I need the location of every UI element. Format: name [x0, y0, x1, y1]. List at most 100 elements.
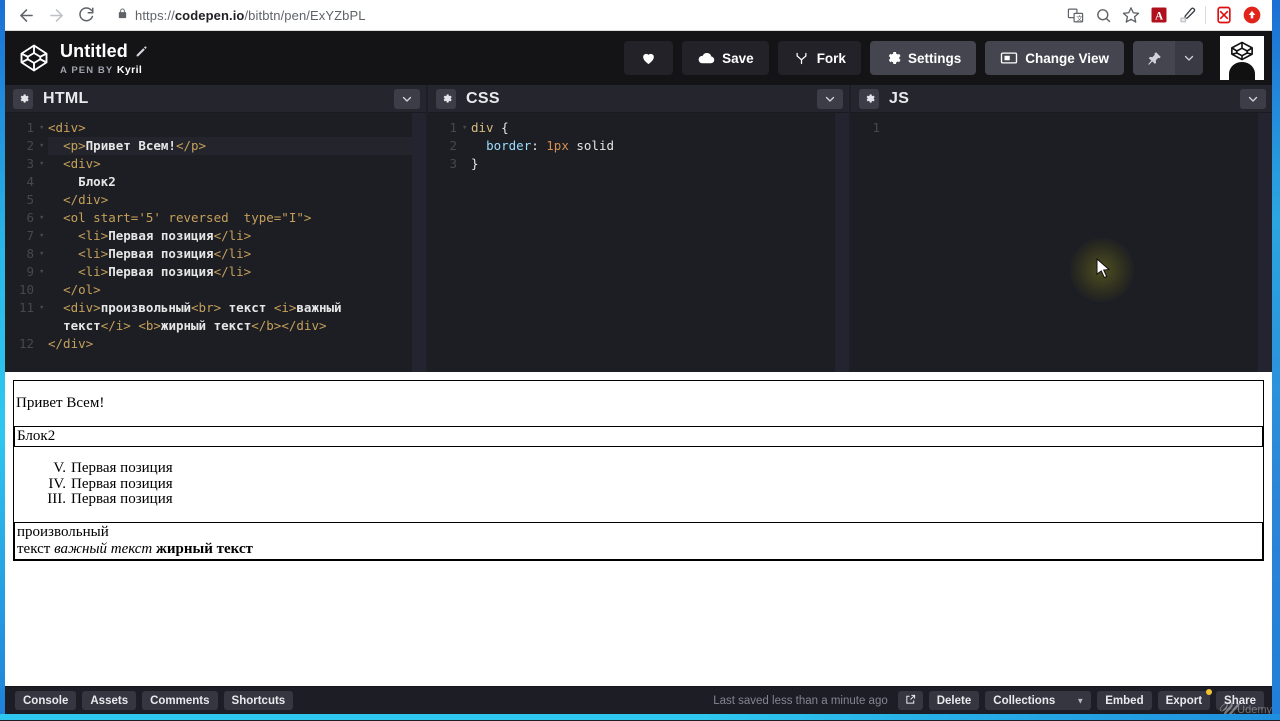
line-number: 7 — [5, 227, 39, 245]
fold-arrow-icon[interactable] — [39, 191, 48, 209]
export-button[interactable]: Export — [1158, 691, 1210, 710]
free-line1: произвольный — [17, 524, 109, 540]
heart-icon — [640, 50, 657, 66]
bookmark-star-icon[interactable] — [1117, 1, 1145, 29]
download-manager-icon[interactable] — [1238, 1, 1266, 29]
code-text: <ol start='5' reversed type="I"> — [48, 209, 426, 227]
code-line: 1▾div { — [428, 119, 849, 137]
footer-button-comments[interactable]: Comments — [142, 691, 217, 710]
pin-icon[interactable] — [1133, 41, 1175, 75]
url-text: https://codepen.io/bitbtn/pen/ExYZbPL — [135, 8, 366, 23]
code-area-html[interactable]: 1▾<div>2▾ <p>Привет Всем!</p>3▾ <div>4 Б… — [5, 113, 426, 372]
fold-arrow-icon[interactable]: ▾ — [462, 119, 471, 137]
list-marker: III. — [38, 492, 66, 508]
page-title[interactable]: Untitled — [60, 41, 128, 62]
fold-arrow-icon[interactable]: ▾ — [39, 119, 48, 137]
pane-title: HTML — [43, 90, 89, 108]
fold-arrow-icon[interactable] — [39, 335, 48, 353]
code-line: текст</i> <b>жирный текст</b></div> — [5, 317, 426, 335]
free-italic: важный текст — [54, 541, 152, 557]
window-frame-right — [1272, 0, 1280, 720]
line-number: 1 — [851, 119, 885, 137]
love-button[interactable] — [624, 41, 673, 75]
delete-button[interactable]: Delete — [929, 691, 980, 710]
code-text: <div> — [48, 119, 426, 137]
code-text: <div>произвольный<br> текст <i>важный — [48, 299, 426, 317]
fold-arrow-icon[interactable]: ▾ — [39, 155, 48, 173]
pane-scroll-track[interactable] — [412, 113, 426, 372]
code-line: 5 </div> — [5, 191, 426, 209]
reload-button[interactable] — [71, 0, 101, 30]
eyedropper-icon[interactable] — [1173, 1, 1201, 29]
chevron-down-icon[interactable] — [394, 89, 420, 109]
zoom-out-icon[interactable] — [1089, 1, 1117, 29]
chevron-down-icon[interactable] — [1175, 41, 1203, 75]
change-view-button[interactable]: Change View — [985, 41, 1124, 75]
adobe-acrobat-icon[interactable]: A — [1145, 1, 1173, 29]
export-notification-dot — [1206, 689, 1212, 695]
settings-button[interactable]: Settings — [870, 41, 976, 75]
fold-arrow-icon[interactable] — [39, 281, 48, 299]
code-area-js[interactable]: 1 — [851, 113, 1272, 372]
codepen-logo-icon[interactable] — [19, 43, 49, 73]
fold-arrow-icon[interactable]: ▾ — [39, 299, 48, 317]
list-item-text: Первая позиция — [71, 492, 173, 508]
code-text: } — [471, 155, 849, 173]
code-line: 6▾ <ol start='5' reversed type="I"> — [5, 209, 426, 227]
fold-arrow-icon[interactable] — [39, 317, 48, 335]
byline-author[interactable]: Kyril — [117, 64, 142, 76]
embed-button[interactable]: Embed — [1097, 691, 1151, 710]
chevron-down-icon[interactable] — [817, 89, 843, 109]
fold-arrow-icon[interactable]: ▾ — [39, 227, 48, 245]
save-label: Save — [722, 51, 754, 66]
fold-arrow-icon[interactable] — [885, 119, 894, 137]
pen-byline: A PEN BY Kyril — [60, 64, 148, 76]
line-number: 12 — [5, 335, 39, 353]
code-line: 3} — [428, 155, 849, 173]
back-button[interactable] — [11, 0, 41, 30]
code-area-css[interactable]: 1▾div {2 border: 1px solid3} — [428, 113, 849, 372]
cloud-icon — [697, 51, 715, 65]
preview-iframe[interactable]: Привет Всем! Блок2 V.Первая позицияIV.Пе… — [5, 372, 1272, 686]
last-saved-text: Last saved less than a minute ago — [713, 695, 888, 707]
footer-button-assets[interactable]: Assets — [82, 691, 136, 710]
code-text — [894, 119, 1272, 137]
fold-arrow-icon[interactable]: ▾ — [39, 137, 48, 155]
window-frame-bottom — [0, 714, 1280, 720]
open-preview-button[interactable] — [898, 691, 923, 710]
translate-icon[interactable]: 文 — [1061, 1, 1089, 29]
ad-blocker-icon[interactable] — [1210, 1, 1238, 29]
share-button[interactable]: Share — [1216, 691, 1264, 710]
forward-button[interactable] — [41, 0, 71, 30]
pencil-icon[interactable] — [135, 45, 148, 58]
editor-pane-js: JS1 — [849, 85, 1272, 372]
footer-button-shortcuts[interactable]: Shortcuts — [224, 691, 294, 710]
chevron-down-icon[interactable] — [1240, 89, 1266, 109]
fold-arrow-icon[interactable]: ▾ — [39, 263, 48, 281]
collections-button[interactable]: Collections ▼ — [985, 691, 1091, 710]
line-number: 6 — [5, 209, 39, 227]
fold-arrow-icon[interactable]: ▾ — [39, 209, 48, 227]
gear-icon[interactable] — [13, 89, 33, 109]
pane-scroll-track[interactable] — [835, 113, 849, 372]
footer-button-console[interactable]: Console — [15, 691, 76, 710]
toolbar-divider — [1205, 6, 1206, 24]
pane-scroll-track[interactable] — [1258, 113, 1272, 372]
avatar[interactable] — [1220, 36, 1264, 80]
fork-button[interactable]: Fork — [778, 41, 861, 75]
gear-icon[interactable] — [436, 89, 456, 109]
fold-arrow-icon[interactable] — [39, 173, 48, 191]
line-number: 9 — [5, 263, 39, 281]
code-text: <li>Первая позиция</li> — [48, 245, 426, 263]
code-line: 8▾ <li>Первая позиция</li> — [5, 245, 426, 263]
save-button[interactable]: Save — [682, 41, 769, 75]
byline-prefix: A PEN BY — [60, 65, 113, 76]
code-text: div { — [471, 119, 849, 137]
fold-arrow-icon[interactable]: ▾ — [39, 245, 48, 263]
gear-icon[interactable] — [859, 89, 879, 109]
address-bar[interactable]: https://codepen.io/bitbtn/pen/ExYZbPL — [107, 4, 1053, 26]
fold-arrow-icon[interactable] — [462, 137, 471, 155]
code-line: 2 border: 1px solid — [428, 137, 849, 155]
code-text: <p>Привет Всем!</p> — [48, 137, 426, 155]
fold-arrow-icon[interactable] — [462, 155, 471, 173]
